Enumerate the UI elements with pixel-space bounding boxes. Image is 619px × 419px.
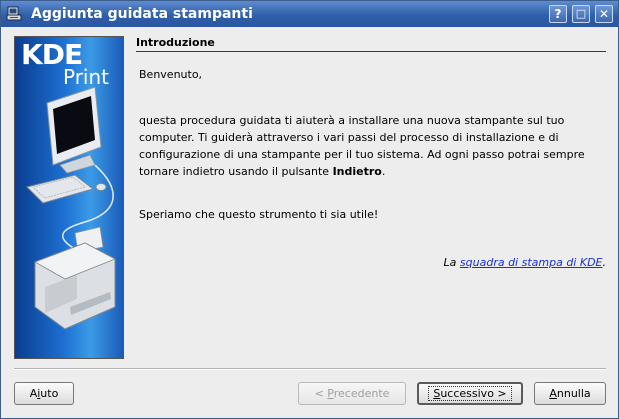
page-title: Introduzione xyxy=(136,36,215,49)
printer-icon xyxy=(34,226,116,330)
next-button-focus: Successivo > xyxy=(428,386,512,401)
wizard-side-image: KDE Print xyxy=(14,36,124,359)
title-bar[interactable]: Aggiunta guidata stampanti ? □ ✕ xyxy=(1,1,618,27)
close-button[interactable]: ✕ xyxy=(595,5,613,23)
title-divider xyxy=(136,51,606,52)
credit-prefix: La xyxy=(443,256,460,269)
monitor-icon xyxy=(46,86,102,174)
credit-line: La squadra di stampa di KDE. xyxy=(444,256,606,269)
window-title: Aggiunta guidata stampanti xyxy=(31,6,253,22)
button-divider xyxy=(14,368,606,370)
intro-end: . xyxy=(381,165,386,178)
keyboard-icon xyxy=(26,174,95,204)
maximize-button[interactable]: □ xyxy=(572,5,590,23)
welcome-text: Benvenuto, xyxy=(139,68,203,81)
help-title-button[interactable]: ? xyxy=(549,5,567,23)
help-button[interactable]: Aiuto xyxy=(14,382,74,405)
cancel-button[interactable]: Annulla xyxy=(534,382,606,405)
printer-app-icon xyxy=(6,6,22,21)
credit-suffix: . xyxy=(602,256,607,269)
kde-print-team-link[interactable]: squadra di stampa di KDE xyxy=(460,256,603,269)
intro-back-keyword: Indietro xyxy=(332,165,382,178)
wizard-window: Aggiunta guidata stampanti ? □ ✕ KDE Pri… xyxy=(0,0,619,419)
next-button[interactable]: Successivo > xyxy=(417,382,523,405)
back-button[interactable]: < Precedente xyxy=(298,382,406,405)
closing-text: Speriamo che questo strumento ti sia uti… xyxy=(139,208,379,221)
intro-paragraph: questa procedura guidata ti aiuterà a in… xyxy=(139,112,599,180)
print-logo-text: Print xyxy=(63,65,110,89)
mouse-icon xyxy=(95,183,107,191)
